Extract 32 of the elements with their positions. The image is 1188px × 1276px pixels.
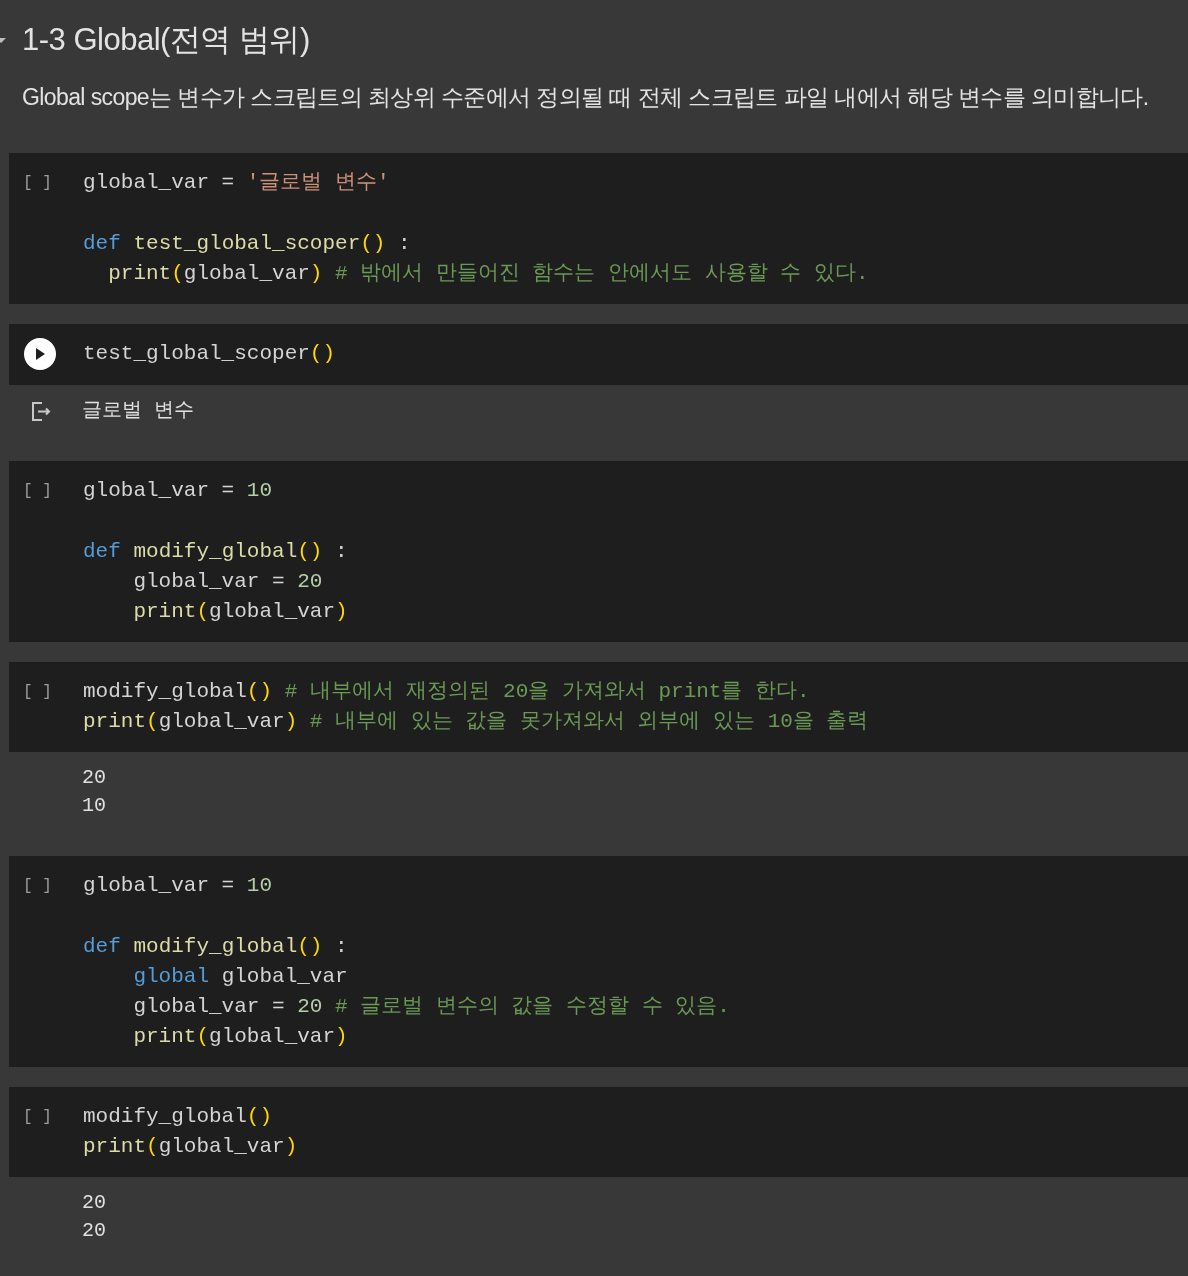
code-line: print(global_var) bbox=[132, 598, 348, 625]
code-line: global_var = 10 bbox=[83, 477, 274, 504]
code-line: modify_global() bbox=[83, 1103, 274, 1130]
output-line: 20 bbox=[82, 1189, 106, 1216]
code-line: print(global_var) bbox=[83, 1133, 298, 1160]
code-line: print(global_var) bbox=[132, 1023, 349, 1050]
description-text: Global scope는 변수가 스크립트의 최상위 수준에서 정의될 때 전체 스크립트 파일 내에서 해당 변수를 의미합니다. bbox=[22, 83, 1150, 112]
run-prompt[interactable]: [ ] bbox=[23, 870, 52, 901]
output-line: 글로벌 변수 bbox=[82, 397, 194, 424]
run-button[interactable] bbox=[24, 337, 56, 370]
output-line: 20 bbox=[82, 764, 106, 791]
code-line: global_var = '글로벌 변수' bbox=[83, 169, 391, 196]
run-prompt[interactable]: [ ] bbox=[23, 1101, 52, 1132]
code-line: def modify_global() : bbox=[83, 933, 349, 960]
output-line: 20 bbox=[82, 1217, 106, 1244]
code-line: global_var = 10 bbox=[83, 872, 274, 899]
run-prompt[interactable]: [ ] bbox=[23, 167, 52, 198]
play-icon bbox=[33, 346, 47, 361]
code-line: def modify_global() : bbox=[83, 538, 348, 565]
run-prompt[interactable]: [ ] bbox=[23, 475, 52, 506]
code-line: print(global_var) # 내부에 있는 값을 못가져와서 외부에 있는 10을 출력 bbox=[83, 708, 869, 735]
run-prompt[interactable]: [ ] bbox=[23, 676, 52, 707]
code-line: def test_global_scoper() : bbox=[83, 230, 412, 257]
code-line: global global_var bbox=[132, 963, 349, 990]
code-line: global_var = 20 # 글로벌 변수의 값을 수정할 수 있음. bbox=[132, 993, 730, 1020]
code-line: modify_global() # 내부에서 재정의된 20을 가져와서 print를 한다. bbox=[83, 678, 811, 705]
code-line: global_var = 20 bbox=[132, 568, 324, 595]
code-line: print(global_var) # 밖에서 만들어진 함수는 안에서도 사용할 수 있다. bbox=[107, 260, 869, 287]
section-heading: 1-3 Global(전역 범위) bbox=[22, 20, 310, 59]
code-line: test_global_scoper() bbox=[83, 340, 336, 367]
caret-icon bbox=[0, 36, 8, 44]
output-line: 10 bbox=[82, 792, 106, 819]
